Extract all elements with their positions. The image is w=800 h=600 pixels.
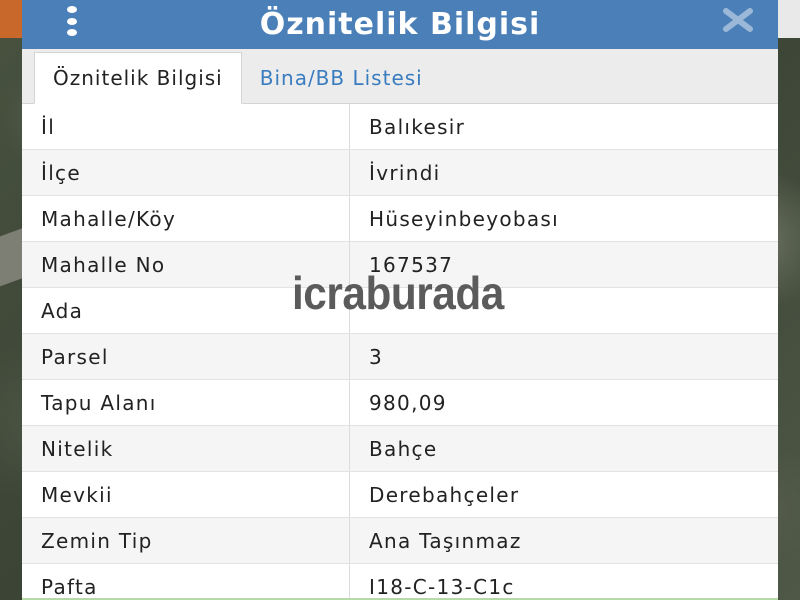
attribute-key: Ada xyxy=(22,288,350,333)
attribute-key: Pafta xyxy=(22,564,350,600)
attribute-key: Tapu Alanı xyxy=(22,380,350,425)
attribute-value: İvrindi xyxy=(369,160,441,185)
tab-bar: Öznitelik Bilgisi Bina/BB Listesi xyxy=(22,49,778,104)
table-row: Tapu Alanı 980,09 xyxy=(22,380,778,426)
map-top-right-area xyxy=(778,0,800,38)
attribute-key: Parsel xyxy=(22,334,350,379)
table-row: Parsel 3 xyxy=(22,334,778,380)
attribute-value: 3 xyxy=(369,344,384,369)
tab-building-list[interactable]: Bina/BB Listesi xyxy=(242,53,441,103)
attribute-value: 167537 xyxy=(369,252,454,277)
attribute-value: I18-C-13-C1c xyxy=(369,574,515,599)
attribute-table: İl Balıkesir İlçe İvrindi Mahalle/Köy Hü… xyxy=(22,104,778,600)
map-road xyxy=(0,227,24,287)
attribute-value xyxy=(350,288,778,333)
table-row: Nitelik Bahçe xyxy=(22,426,778,472)
table-row: Zemin Tip Ana Taşınmaz xyxy=(22,518,778,564)
attribute-key: İl xyxy=(22,104,350,149)
attribute-key: İlçe xyxy=(22,150,350,195)
table-row: Mahalle/Köy Hüseyinbeyobası xyxy=(22,196,778,242)
table-row: İl Balıkesir xyxy=(22,104,778,150)
attribute-key: Mahalle/Köy xyxy=(22,196,350,241)
attribute-key: Mahalle No xyxy=(22,242,350,287)
attribute-key: Nitelik xyxy=(22,426,350,471)
attribute-value: Derebahçeler xyxy=(369,482,520,507)
table-row: Ada xyxy=(22,288,778,334)
vertical-dots-icon[interactable] xyxy=(60,6,84,36)
dialog-title: Öznitelik Bilgisi xyxy=(259,7,541,42)
attribute-info-dialog: Öznitelik Bilgisi Öznitelik Bilgisi Bina… xyxy=(22,0,778,600)
table-row: Mahalle No 167537 xyxy=(22,242,778,288)
attribute-value: Bahçe xyxy=(369,436,438,461)
attribute-value: Hüseyinbeyobası xyxy=(369,206,560,231)
table-row: Mevkii Derebahçeler xyxy=(22,472,778,518)
attribute-key: Mevkii xyxy=(22,472,350,517)
attribute-value: Ana Taşınmaz xyxy=(369,528,522,553)
tab-attribute-info[interactable]: Öznitelik Bilgisi xyxy=(34,52,242,104)
attribute-value: 980,09 xyxy=(369,390,447,415)
attribute-value: Balıkesir xyxy=(369,114,466,139)
attribute-key: Zemin Tip xyxy=(22,518,350,563)
dialog-titlebar: Öznitelik Bilgisi xyxy=(22,0,778,49)
table-row: Pafta I18-C-13-C1c xyxy=(22,564,778,600)
close-icon[interactable] xyxy=(722,8,754,32)
table-row: İlçe İvrindi xyxy=(22,150,778,196)
